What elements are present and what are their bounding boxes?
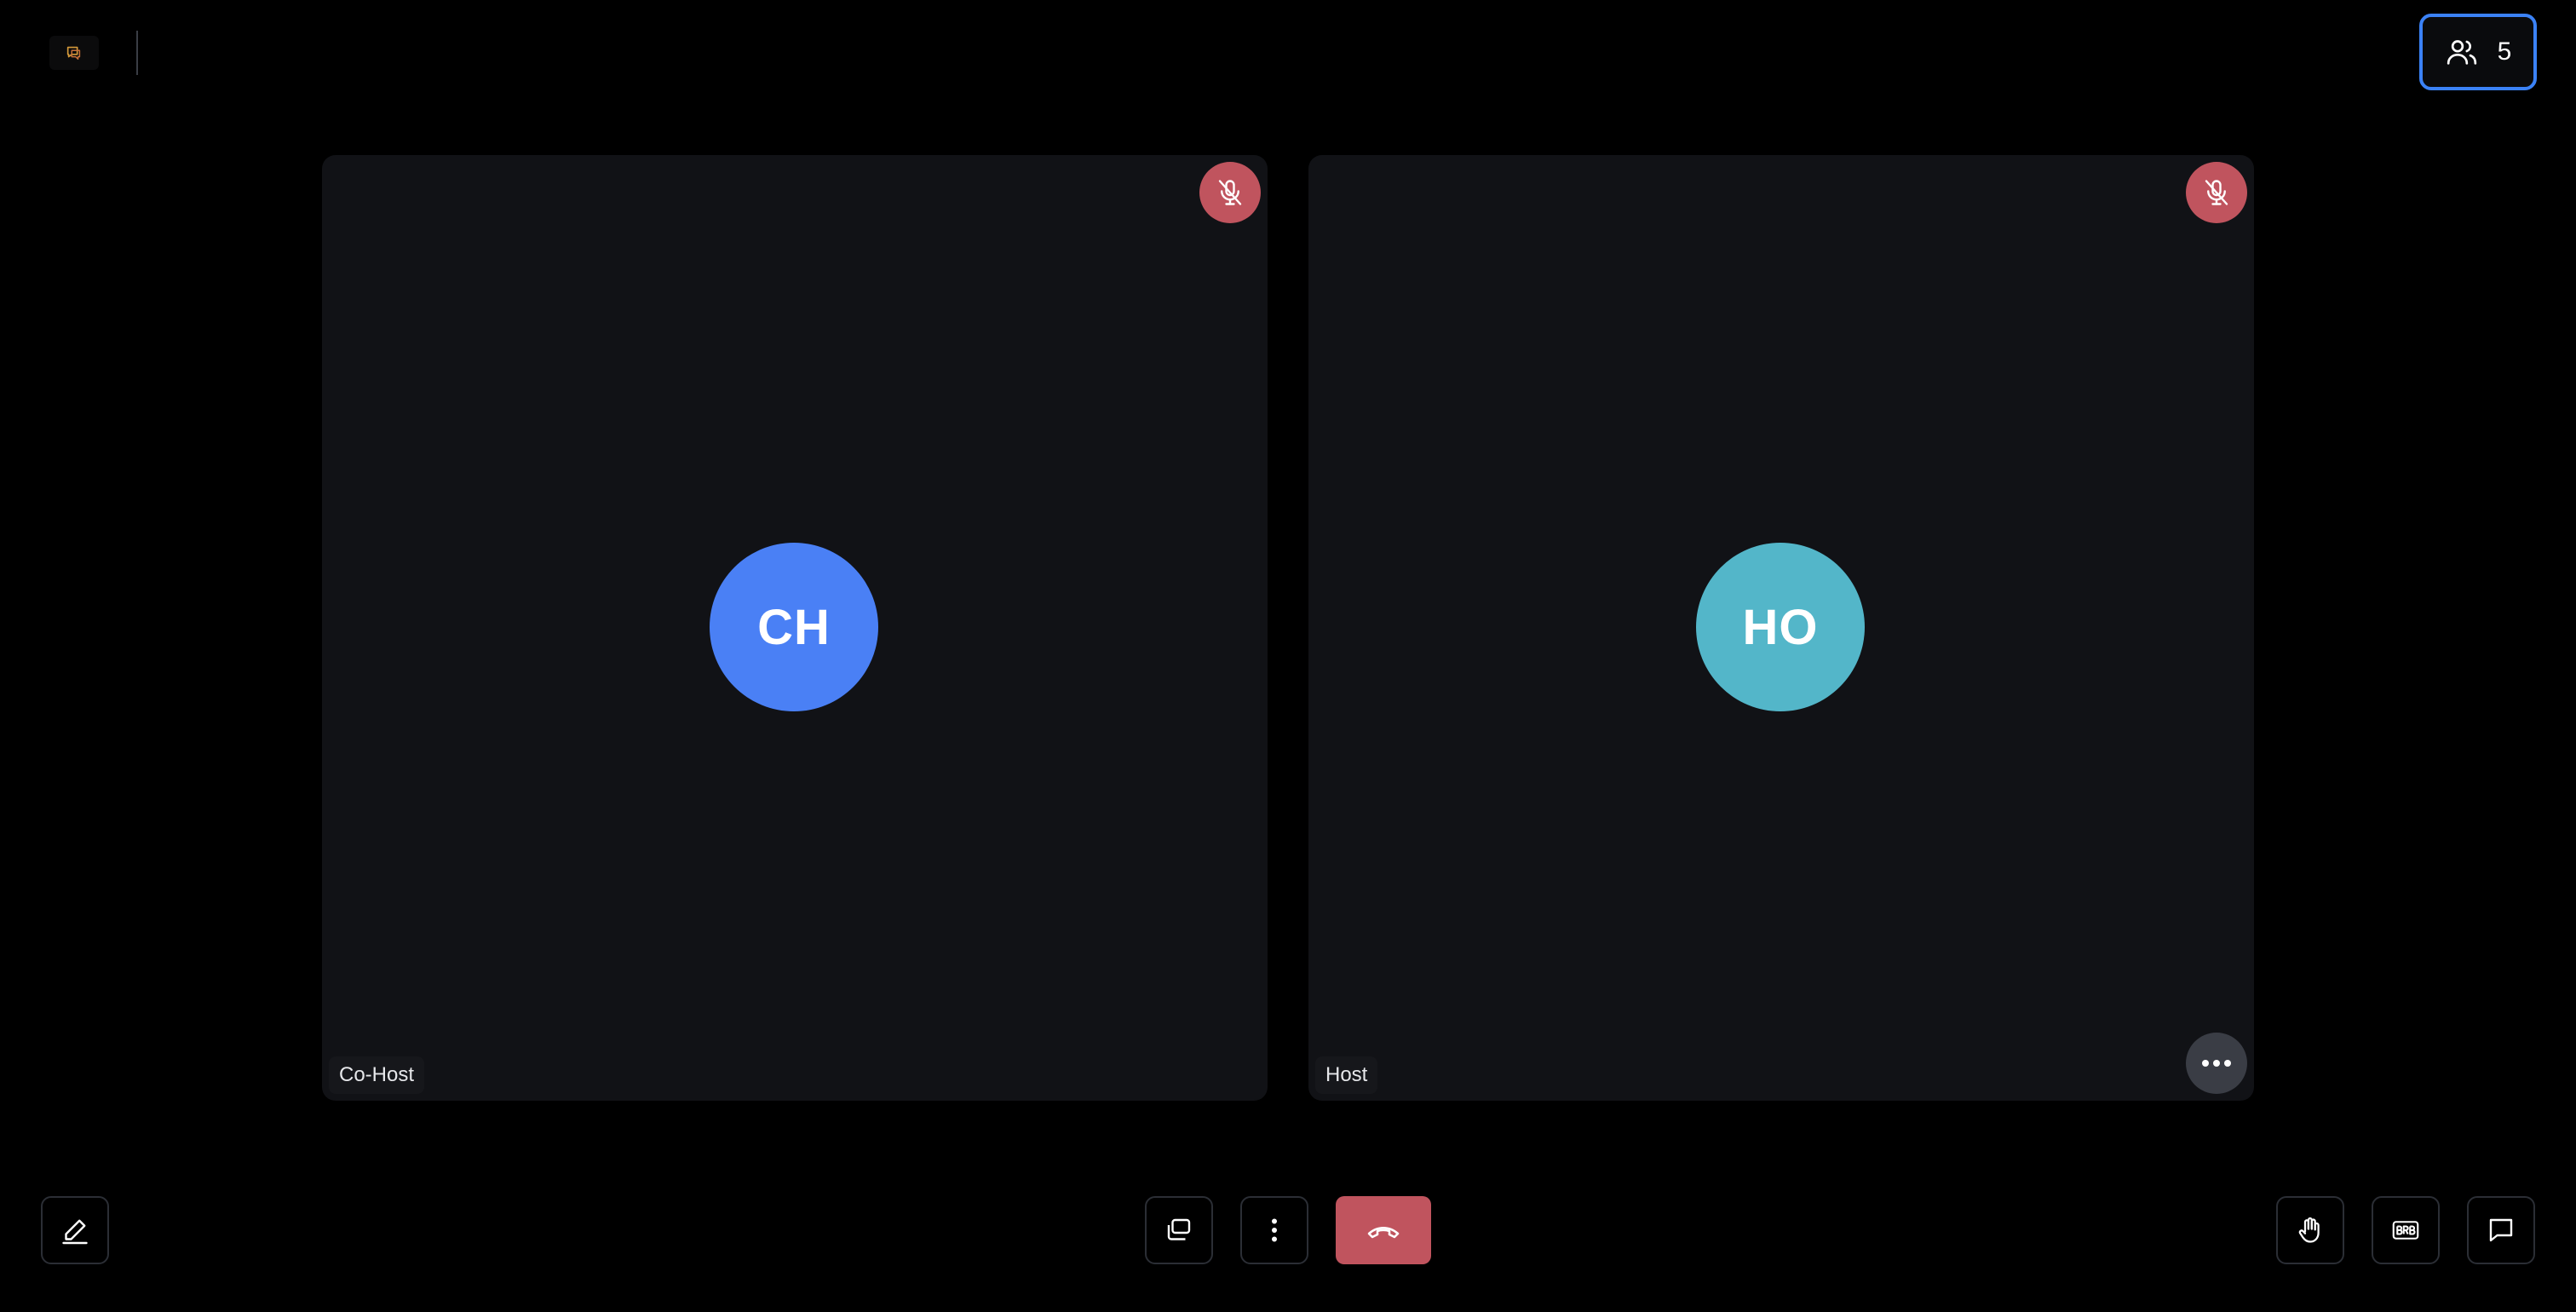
chat-icon (2489, 1218, 2513, 1242)
participants-count: 5 (2497, 37, 2512, 66)
video-tile-co-host[interactable]: CH Co-Host (322, 155, 1268, 1101)
raise-hand-icon (2298, 1217, 2320, 1243)
end-call-button[interactable] (1336, 1196, 1431, 1264)
layout-button[interactable] (1145, 1196, 1213, 1264)
annotate-button[interactable] (41, 1196, 109, 1264)
tile-options-button[interactable] (2186, 1033, 2247, 1094)
more-vertical-icon (1272, 1218, 1277, 1242)
muted-indicator (2186, 162, 2247, 223)
more-options-button[interactable] (1240, 1196, 1308, 1264)
header-divider (136, 31, 138, 75)
brb-button[interactable] (2372, 1196, 2440, 1264)
raise-hand-button[interactable] (2276, 1196, 2344, 1264)
meeting-screen: 5 CH Co-Host HO Host (0, 0, 2576, 1312)
participants-button[interactable]: 5 (2419, 14, 2537, 90)
chat-button[interactable] (2467, 1196, 2535, 1264)
avatar: HO (1696, 543, 1865, 711)
avatar: CH (710, 543, 878, 711)
app-logo (49, 36, 99, 70)
people-icon (2447, 40, 2476, 65)
video-tile-host[interactable]: HO Host (1308, 155, 2254, 1101)
mic-off-icon (1218, 180, 1242, 205)
logo-icon (66, 46, 81, 60)
brb-icon (2392, 1221, 2419, 1240)
muted-indicator (1199, 162, 1261, 223)
participant-name-tag: Host (1315, 1056, 1378, 1094)
participant-name-tag: Co-Host (329, 1056, 425, 1094)
more-horizontal-icon (2202, 1060, 2231, 1067)
layout-icon (1167, 1218, 1191, 1240)
mic-off-icon (2205, 180, 2228, 205)
end-call-icon (1367, 1226, 1400, 1239)
annotate-icon (62, 1219, 88, 1245)
